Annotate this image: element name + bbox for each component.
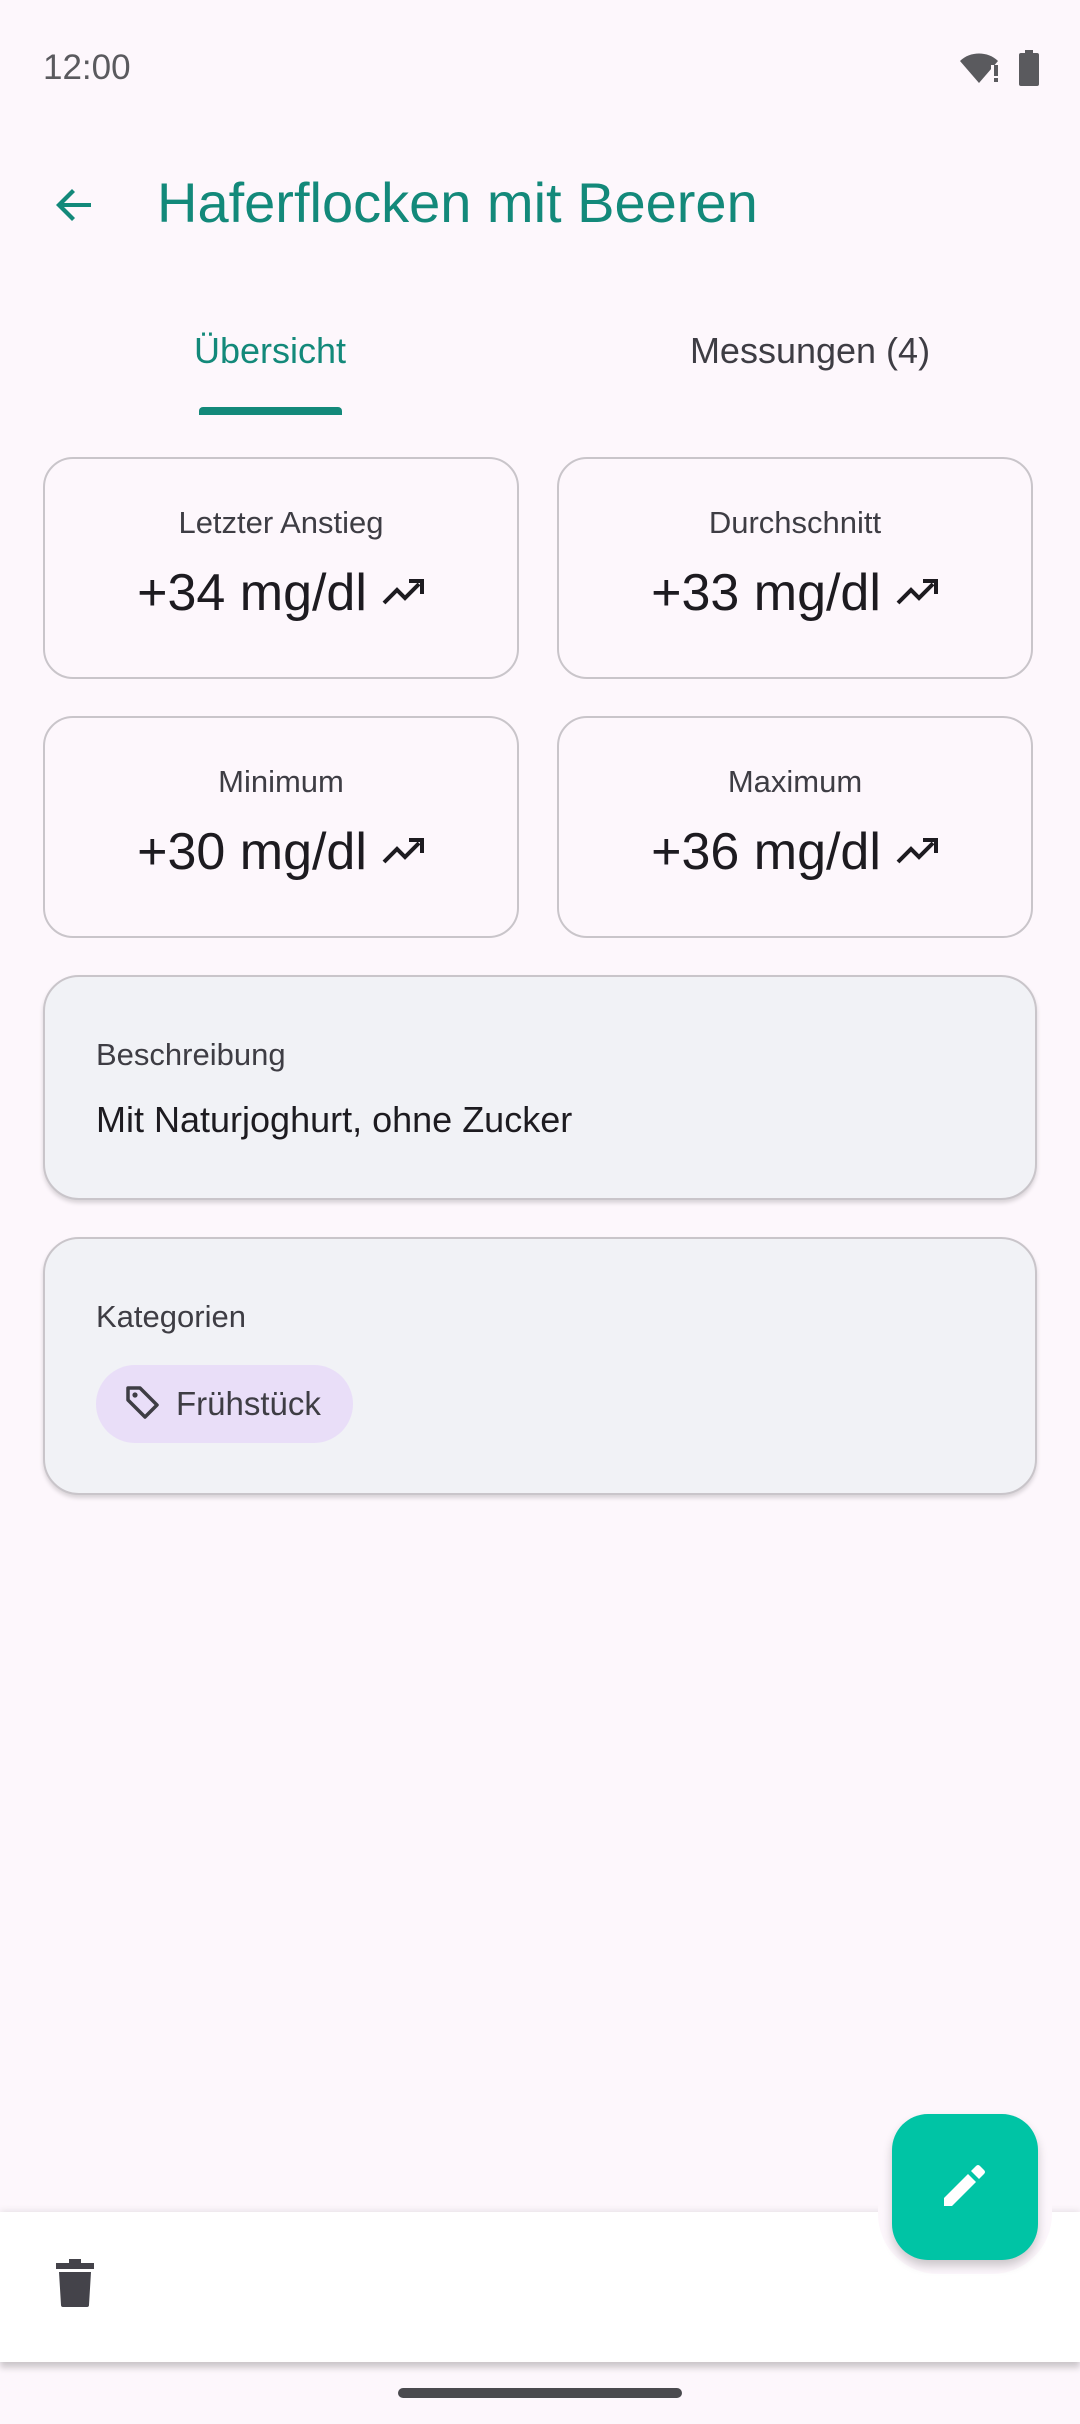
delete-button[interactable] bbox=[40, 2250, 110, 2320]
chip-label: Frühstück bbox=[176, 1385, 321, 1422]
tab-label: Messungen (4) bbox=[689, 330, 931, 371]
tab-overview[interactable]: Übersicht bbox=[0, 300, 540, 418]
page-title: Haferflocken mit Beeren bbox=[157, 171, 758, 234]
tab-measurements[interactable]: Messungen (4) bbox=[540, 300, 1080, 418]
category-chip-breakfast[interactable]: Frühstück bbox=[96, 1365, 353, 1443]
stat-card-maximum: Maximum +36 mg/dl bbox=[557, 716, 1033, 938]
trending-up-icon bbox=[895, 575, 939, 612]
status-time: 12:00 bbox=[43, 48, 131, 87]
status-bar: 12:00 bbox=[0, 0, 1080, 140]
description-label: Beschreibung bbox=[96, 1037, 286, 1072]
edit-fab[interactable] bbox=[892, 2114, 1038, 2260]
tab-label: Übersicht bbox=[193, 330, 347, 371]
stat-value: +33 mg/dl bbox=[651, 564, 881, 622]
status-icons bbox=[958, 50, 1040, 91]
categories-label: Kategorien bbox=[96, 1299, 246, 1334]
pencil-icon bbox=[940, 2160, 990, 2215]
categories-card: Kategorien Frühstück bbox=[43, 1237, 1037, 1495]
stat-value: +36 mg/dl bbox=[651, 823, 881, 881]
stat-label: Maximum bbox=[727, 764, 863, 799]
stat-card-minimum: Minimum +30 mg/dl bbox=[43, 716, 519, 938]
stat-card-average: Durchschnitt +33 mg/dl bbox=[557, 457, 1033, 679]
stat-label: Durchschnitt bbox=[708, 505, 882, 540]
trending-up-icon bbox=[895, 834, 939, 871]
trending-up-icon bbox=[381, 834, 425, 871]
trash-icon bbox=[55, 2258, 95, 2312]
stat-value: +34 mg/dl bbox=[137, 564, 367, 622]
description-text: Mit Naturjoghurt, ohne Zucker bbox=[96, 1099, 573, 1140]
stat-value: +30 mg/dl bbox=[137, 823, 367, 881]
description-card: Beschreibung Mit Naturjoghurt, ohne Zuck… bbox=[43, 975, 1037, 1200]
trending-up-icon bbox=[381, 575, 425, 612]
stat-label: Letzter Anstieg bbox=[178, 505, 384, 540]
back-button[interactable] bbox=[40, 172, 110, 242]
stat-card-last-rise: Letzter Anstieg +34 mg/dl bbox=[43, 457, 519, 679]
wifi-icon bbox=[958, 51, 1000, 90]
gesture-nav-handle[interactable] bbox=[398, 2388, 682, 2398]
tab-row: Übersicht Messungen (4) bbox=[0, 300, 1080, 418]
tag-icon bbox=[124, 1384, 160, 1425]
tab-indicator bbox=[199, 407, 342, 415]
arrow-back-icon bbox=[51, 181, 99, 234]
battery-icon bbox=[1018, 50, 1040, 91]
stat-label: Minimum bbox=[218, 764, 344, 799]
top-app-bar: Haferflocken mit Beeren bbox=[0, 150, 1080, 260]
